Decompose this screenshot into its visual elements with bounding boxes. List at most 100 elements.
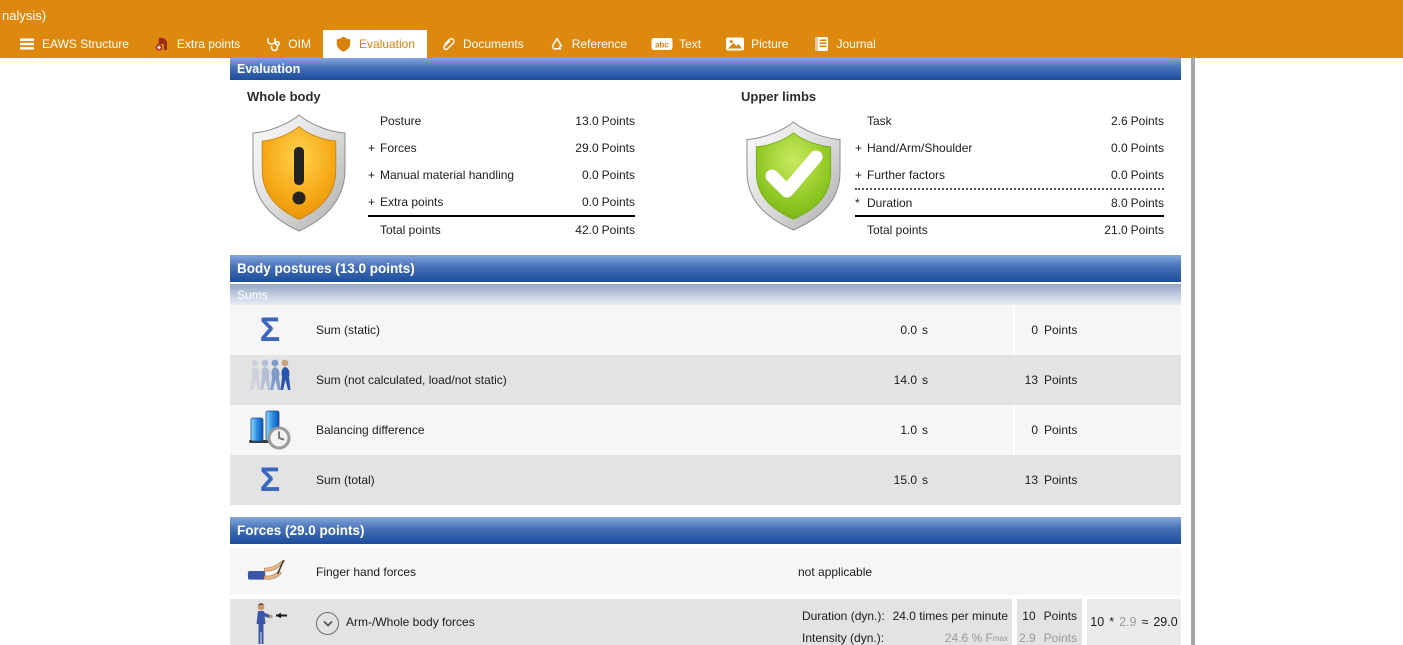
row-label: Balancing difference <box>316 405 425 455</box>
formula-b: 2.9 <box>1119 615 1136 629</box>
row-prefix: + <box>368 141 380 155</box>
sigma-icon: Σ <box>246 455 294 505</box>
row-prefix: + <box>855 141 867 155</box>
tab-documents[interactable]: Documents <box>427 30 536 58</box>
tab-extra-points[interactable]: Extra points <box>141 30 252 58</box>
row-value: 0.0 <box>1111 168 1128 182</box>
pulling-person-icon <box>246 599 294 645</box>
tab-label: Extra points <box>177 37 240 51</box>
points-row: + Forces 29.0Points <box>368 134 635 161</box>
list-icon <box>18 35 36 53</box>
row-value: 29.0 <box>575 141 598 155</box>
whole-body-title: Whole body <box>247 89 321 104</box>
points-row: Posture 13.0Points <box>368 107 635 134</box>
duration-value: 24.0 times per minute <box>850 607 1008 625</box>
seconds-unit: s <box>922 423 928 437</box>
intensity-value: 24.6 % Fmax <box>850 629 1008 645</box>
upper-limbs-points-table: Task 2.6Points + Hand/Arm/Shoulder 0.0Po… <box>855 107 1164 243</box>
table-row[interactable]: Arm-/Whole body forces Duration (dyn.): … <box>230 599 1181 645</box>
title-bar: nalysis) <box>0 0 1403 30</box>
row-unit: Points <box>1131 196 1164 210</box>
formula-operator: * <box>1109 615 1114 629</box>
points-row: + Extra points 0.0Points <box>368 188 635 215</box>
tab-label: Reference <box>572 37 627 51</box>
forces-formula: 10 * 2.9 ≈ 29.0 <box>1087 599 1181 645</box>
row-value: 0.0 <box>582 168 599 182</box>
formula-a: 10 <box>1090 615 1104 629</box>
tab-label: EAWS Structure <box>42 37 129 51</box>
row-prefix: * <box>855 196 867 210</box>
app-window: nalysis) EAWS Structure Extra points OIM <box>0 0 1403 645</box>
abc-icon-text: abc <box>655 41 669 50</box>
tab-picture[interactable]: Picture <box>713 30 800 58</box>
total-label: Total points <box>867 223 1104 237</box>
row-prefix: + <box>368 168 380 182</box>
row-label: Sum (static) <box>316 305 380 355</box>
points-unit: Points <box>1044 373 1077 387</box>
stethoscope-icon <box>264 35 282 53</box>
section-header-body-postures: Body postures (13.0 points) <box>230 255 1181 282</box>
tab-label: Text <box>679 37 701 51</box>
expand-toggle[interactable] <box>316 612 339 635</box>
row-unit: Points <box>1131 141 1164 155</box>
seconds-value: 14.0 <box>894 373 917 387</box>
points-value: 13 <box>990 373 1038 387</box>
tab-label: Journal <box>836 37 875 51</box>
row-label: Hand/Arm/Shoulder <box>867 141 1111 155</box>
seconds-value: 1.0 <box>900 423 917 437</box>
row-prefix: + <box>855 168 867 182</box>
row-label: Manual material handling <box>380 168 582 182</box>
row-unit: Points <box>602 114 635 128</box>
duration-points: 10Points <box>1017 607 1077 625</box>
seconds-value: 15.0 <box>894 473 917 487</box>
row-value: 0.0 <box>1111 141 1128 155</box>
total-value: 21.0 <box>1104 223 1127 237</box>
abc-icon: abc <box>651 35 673 53</box>
subheader-label: Sums <box>237 288 268 302</box>
row-label: Further factors <box>867 168 1111 182</box>
ribbon-toolbar: EAWS Structure Extra points OIM Evaluati… <box>0 30 1403 58</box>
person-plus-icon <box>153 35 171 53</box>
total-row: Total points 42.0Points <box>368 215 635 243</box>
tab-eaws-structure[interactable]: EAWS Structure <box>6 30 141 58</box>
total-unit: Points <box>602 223 635 237</box>
sums-subheader: Sums <box>230 284 1181 305</box>
ok-shield-icon <box>742 120 845 237</box>
points-value: 0 <box>990 423 1038 437</box>
row-value: 8.0 <box>1111 196 1128 210</box>
section-header-label: Evaluation <box>237 62 300 76</box>
finger-hand-icon <box>246 548 294 595</box>
row-unit: Points <box>1131 114 1164 128</box>
shield-icon <box>335 35 353 53</box>
row-value: 0.0 <box>582 195 599 209</box>
people-sequence-icon <box>246 355 294 405</box>
table-row: Balancing difference 1.0s 0Points <box>230 405 1181 455</box>
points-unit: Points <box>1044 323 1077 337</box>
total-value: 42.0 <box>575 223 598 237</box>
row-label: Posture <box>380 114 575 128</box>
tab-journal[interactable]: Journal <box>800 30 887 58</box>
row-value: not applicable <box>798 548 872 595</box>
points-row: + Further factors 0.0Points <box>855 161 1164 188</box>
tab-reference[interactable]: Reference <box>536 30 639 58</box>
vertical-scrollbar[interactable] <box>1191 57 1195 645</box>
row-label: Extra points <box>380 195 582 209</box>
row-label: Forces <box>380 141 575 155</box>
points-row-duration: * Duration 8.0Points <box>855 188 1164 215</box>
tab-label: Documents <box>463 37 524 51</box>
seconds-unit: s <box>922 473 928 487</box>
tab-evaluation[interactable]: Evaluation <box>323 30 427 58</box>
picture-icon <box>725 35 745 53</box>
chevron-down-icon <box>322 618 334 630</box>
tab-oim[interactable]: OIM <box>252 30 323 58</box>
points-value: 13 <box>990 473 1038 487</box>
tab-label: OIM <box>288 37 311 51</box>
row-label: Sum (not calculated, load/not static) <box>316 355 507 405</box>
row-label: Finger hand forces <box>316 548 416 595</box>
row-label: Sum (total) <box>316 455 375 505</box>
warning-shield-icon <box>248 112 350 239</box>
section-header-evaluation: Evaluation <box>230 58 1181 80</box>
section-header-label: Body postures (13.0 points) <box>237 261 415 276</box>
balancing-clock-icon <box>246 405 294 455</box>
tab-text[interactable]: abc Text <box>639 30 713 58</box>
